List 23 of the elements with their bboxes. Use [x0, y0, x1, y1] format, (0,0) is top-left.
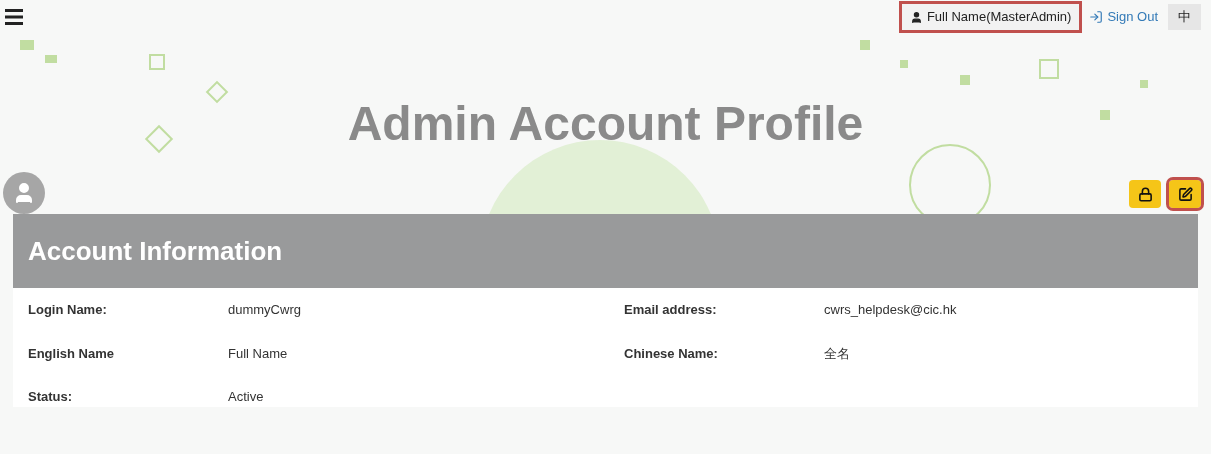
field-value: dummyCwrg	[228, 301, 302, 319]
field-label: English Name	[28, 344, 115, 363]
field-value: Active	[228, 388, 265, 406]
page-title: Admin Account Profile	[347, 96, 864, 152]
user-icon	[909, 10, 923, 24]
sign-out-icon	[1089, 10, 1104, 24]
menu-icon[interactable]	[3, 6, 25, 28]
language-button[interactable]: 中	[1168, 4, 1201, 30]
field-value: cwrs_helpdesk@cic.hk	[824, 301, 958, 319]
field-label: Status:	[28, 388, 74, 406]
edit-button[interactable]	[1169, 180, 1201, 208]
field-value: Full Name	[228, 344, 289, 363]
user-button[interactable]: Full Name(MasterAdmin)	[901, 4, 1080, 30]
field-value: 全名	[824, 344, 851, 363]
sign-out-link[interactable]: Sign Out	[1089, 7, 1158, 27]
edit-icon	[1177, 186, 1193, 202]
avatar-icon	[3, 172, 45, 214]
card-title: Account Information	[28, 234, 283, 268]
field-label: Login Name:	[28, 301, 108, 319]
lock-button[interactable]	[1129, 180, 1161, 208]
field-label: Email address:	[624, 301, 718, 319]
lock-icon	[1137, 186, 1153, 202]
field-label: Chinese Name:	[624, 344, 719, 363]
